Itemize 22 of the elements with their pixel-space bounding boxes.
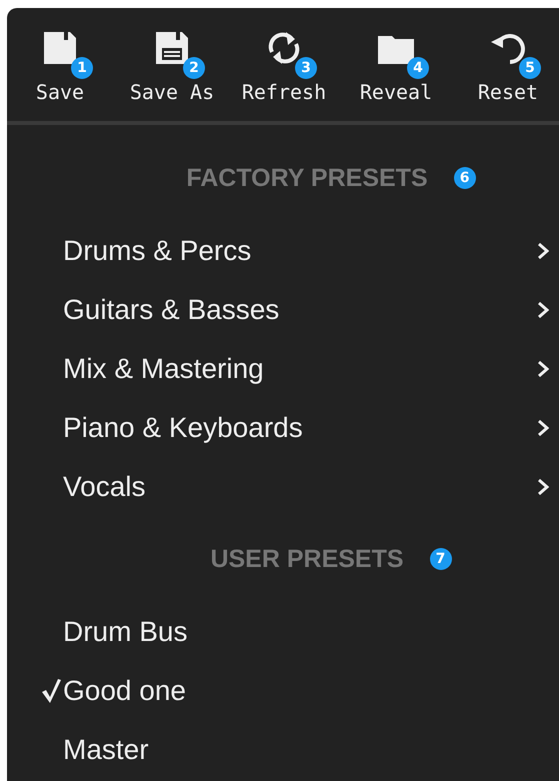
- toolbar-button[interactable]: Reset: [478, 80, 538, 104]
- toolbar-button[interactable]: Refresh: [242, 80, 326, 104]
- section-heading: FACTORY PRESETS: [186, 164, 428, 192]
- menu-item[interactable]: Piano & Keyboards: [63, 412, 303, 444]
- toolbar-button[interactable]: Save: [36, 80, 84, 104]
- toolbar-button[interactable]: Save As: [130, 80, 214, 104]
- menu-item[interactable]: Good one: [63, 674, 186, 706]
- toolbar-button[interactable]: Reveal: [360, 80, 432, 104]
- number-badge: 1: [71, 57, 93, 79]
- number-badge: 4: [407, 57, 429, 79]
- number-badge: 6: [454, 167, 476, 189]
- number-badge: 2: [183, 57, 205, 79]
- menu-item[interactable]: Mix & Mastering: [63, 352, 264, 384]
- menu-item[interactable]: Drums & Percs: [63, 234, 252, 266]
- menu-item[interactable]: Drum Bus: [63, 616, 188, 648]
- menu-item[interactable]: Guitars & Basses: [63, 294, 280, 326]
- number-badge: 3: [295, 57, 317, 79]
- menu-item[interactable]: Master: [63, 734, 149, 766]
- menu-item[interactable]: Vocals: [63, 470, 146, 502]
- number-badge: 5: [519, 57, 541, 79]
- number-badge: 7: [430, 548, 452, 570]
- section-heading: USER PRESETS: [210, 544, 404, 574]
